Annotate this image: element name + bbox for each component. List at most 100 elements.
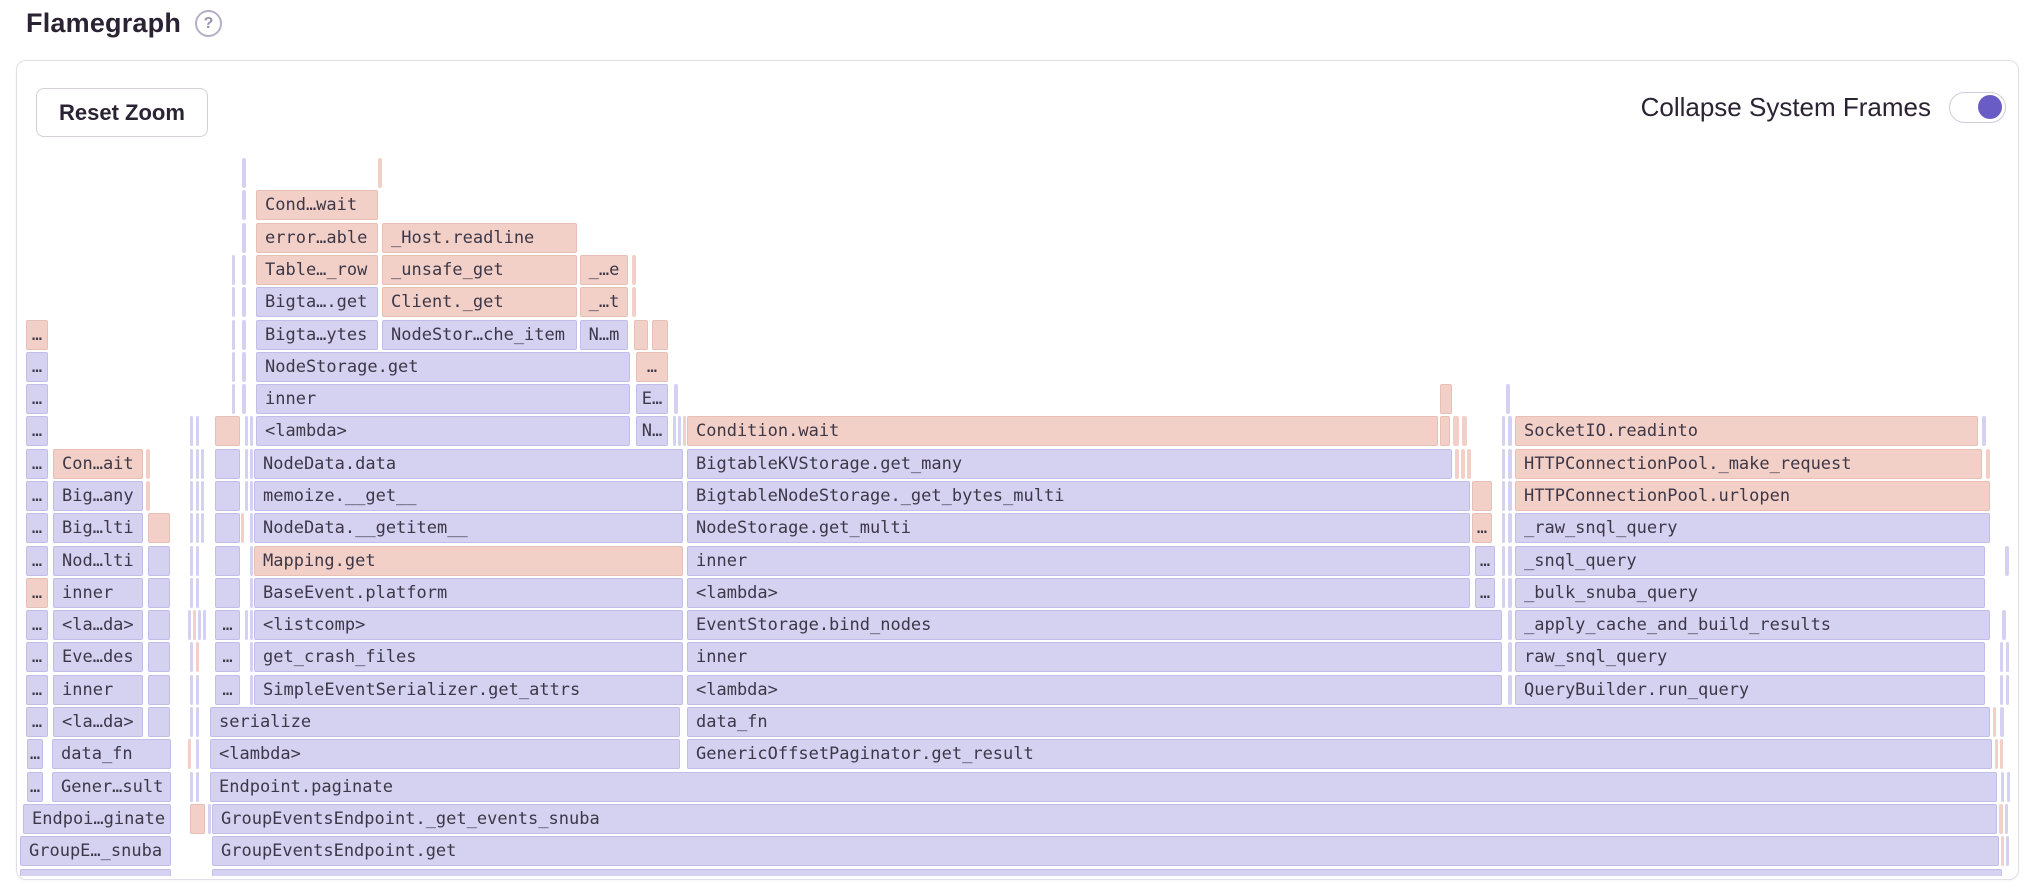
flame-frame[interactable] [232,352,235,382]
flame-frame[interactable] [190,675,193,705]
flame-frame[interactable] [1502,546,1505,576]
flame-frame[interactable]: … [27,739,43,769]
flame-frame[interactable] [1461,449,1465,479]
flame-frame[interactable] [1986,449,1990,479]
flame-frame[interactable]: <lambda> [210,739,680,769]
flame-frame[interactable] [678,416,681,446]
flame-frame[interactable]: get_crash_files [254,642,683,672]
flame-frame[interactable]: <lambda> [687,578,1470,608]
flame-frame[interactable]: NodeData.__getitem__ [254,513,683,543]
flame-frame[interactable]: inner [53,578,143,608]
flame-frame[interactable]: SocketIO.readinto [1515,416,1978,446]
flame-frame[interactable] [215,513,240,543]
flame-frame[interactable] [250,449,253,479]
flame-frame[interactable]: … [1475,578,1495,608]
flame-frame[interactable] [215,449,240,479]
flame-frame[interactable]: inner [687,546,1470,576]
flame-frame[interactable]: NodeStor…che_item [382,320,577,350]
flame-frame[interactable] [201,513,204,543]
flame-frame[interactable] [196,772,199,802]
flame-frame[interactable] [378,158,382,188]
flame-frame[interactable] [242,190,246,220]
flame-frame[interactable] [1982,416,1986,446]
flame-frame[interactable] [241,513,244,543]
flame-frame[interactable] [250,513,253,543]
flame-frame[interactable]: NodeStorage.get_multi [687,513,1470,543]
flame-frame[interactable]: serialize [210,707,680,737]
flame-frame[interactable]: BaseEvent.platform [254,578,683,608]
flame-frame[interactable]: Condition.wait [687,416,1438,446]
flame-frame[interactable] [1462,416,1467,446]
flame-frame[interactable]: … [27,772,43,802]
flame-frame[interactable] [146,481,150,511]
flame-frame[interactable] [190,449,193,479]
flame-frame[interactable] [242,158,246,188]
flame-frame[interactable] [673,416,676,446]
flame-frame[interactable] [196,675,199,705]
flame-frame[interactable]: Endpoi…ginate [23,804,171,834]
flame-frame[interactable]: <listcomp> [254,610,683,640]
flame-frame[interactable] [1508,449,1512,479]
flame-frame[interactable] [193,610,196,640]
flame-frame[interactable]: Bigta…ytes [256,320,378,350]
flame-frame[interactable]: BigtableKVStorage.get_many [687,449,1452,479]
flame-frame[interactable] [188,739,191,769]
flame-frame[interactable] [242,255,246,285]
flame-frame[interactable] [1502,578,1505,608]
flame-frame[interactable] [148,707,170,737]
flame-frame[interactable]: … [215,675,240,705]
flame-frame[interactable] [190,416,193,446]
flame-frame[interactable] [190,578,193,608]
flame-frame[interactable] [198,610,201,640]
flame-frame[interactable]: … [26,642,48,672]
flame-frame[interactable] [2002,610,2006,640]
flame-frame[interactable] [1508,610,1512,640]
flame-frame[interactable] [1440,384,1452,414]
flame-frame[interactable] [242,223,246,253]
flame-frame[interactable]: inner [687,642,1502,672]
flame-frame[interactable]: … [26,707,48,737]
flame-frame[interactable]: … [215,610,240,640]
flame-frame[interactable] [632,287,636,317]
flame-frame[interactable] [2001,836,2004,866]
flame-frame[interactable] [188,610,191,640]
flame-frame[interactable]: … [26,449,48,479]
flame-frame[interactable] [2000,707,2004,737]
flame-frame[interactable] [1508,642,1512,672]
flame-frame[interactable]: … [1472,513,1492,543]
flame-frame[interactable] [634,320,648,350]
flame-frame[interactable] [203,610,206,640]
flame-frame[interactable] [232,255,235,285]
flame-frame[interactable]: N…m [580,320,628,350]
flame-frame[interactable]: <lambda> [687,675,1502,705]
flame-frame[interactable] [215,546,240,576]
flame-frame[interactable]: GenericOffsetPaginator.get_result [687,739,1992,769]
flame-frame[interactable]: inner [256,384,630,414]
flame-frame[interactable] [1506,384,1510,414]
flame-frame[interactable]: GroupEventsEndpoint.get [212,836,1999,866]
flame-frame[interactable] [196,546,199,576]
flame-frame[interactable] [245,481,248,511]
flame-frame[interactable]: _…e [580,255,628,285]
flame-frame[interactable] [2000,642,2003,672]
flame-frame[interactable]: … [26,675,48,705]
flame-frame[interactable] [232,384,235,414]
flame-frame[interactable] [1455,449,1459,479]
flame-frame[interactable]: data_fn [687,707,1990,737]
flame-frame[interactable]: … [26,578,48,608]
flame-frame[interactable]: HTTPConnectionPool._make_request [1515,449,1982,479]
flame-frame[interactable]: BigtableNodeStorage._get_bytes_multi [687,481,1470,511]
flame-frame[interactable] [190,804,205,834]
flame-frame[interactable]: Bigta….get [256,287,378,317]
flame-frame[interactable] [1993,707,1996,737]
flame-frame[interactable] [1508,513,1512,543]
flame-frame[interactable] [2006,642,2009,672]
flame-frame[interactable]: _unsafe_get [382,255,577,285]
flame-frame[interactable] [1467,449,1471,479]
flame-frame[interactable] [2007,772,2010,802]
flame-frame[interactable] [1502,513,1505,543]
flame-frame[interactable] [232,320,235,350]
flame-frame[interactable] [148,610,170,640]
flame-frame[interactable] [208,804,211,834]
flame-frame[interactable]: E… [636,384,668,414]
